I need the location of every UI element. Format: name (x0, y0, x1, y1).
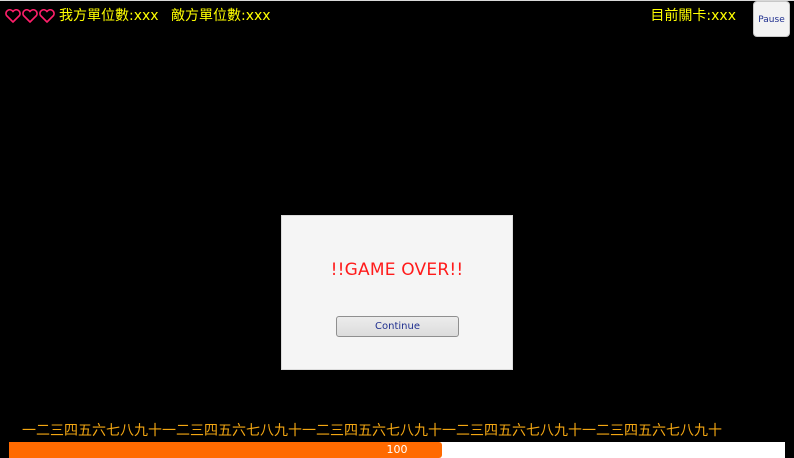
enemy-units-count: 敵方單位數:xxx (171, 8, 271, 24)
game-screen: 我方單位數:xxx 敵方單位數:xxx 目前關卡:xxx Pause !!GAM… (0, 0, 794, 458)
progress-value: 100 (386, 443, 408, 456)
current-level-indicator: 目前關卡:xxx (650, 8, 736, 24)
scrolling-ticker-text: 一二三四五六七八九十一二三四五六七八九十一二三四五六七八九十一二三四五六七八九十… (22, 423, 722, 439)
heart-outline-icon (22, 9, 38, 23)
own-units-count: 我方單位數:xxx (59, 8, 159, 24)
progress-bar: 100 (9, 442, 785, 458)
game-over-dialog: !!GAME OVER!! Continue (281, 215, 513, 370)
heart-outline-icon (5, 9, 21, 23)
top-border (0, 0, 794, 1)
continue-button[interactable]: Continue (336, 316, 459, 337)
heart-outline-icon (39, 9, 55, 23)
lives-display (5, 6, 55, 26)
game-over-title: !!GAME OVER!! (330, 260, 464, 280)
pause-button[interactable]: Pause (753, 1, 790, 37)
